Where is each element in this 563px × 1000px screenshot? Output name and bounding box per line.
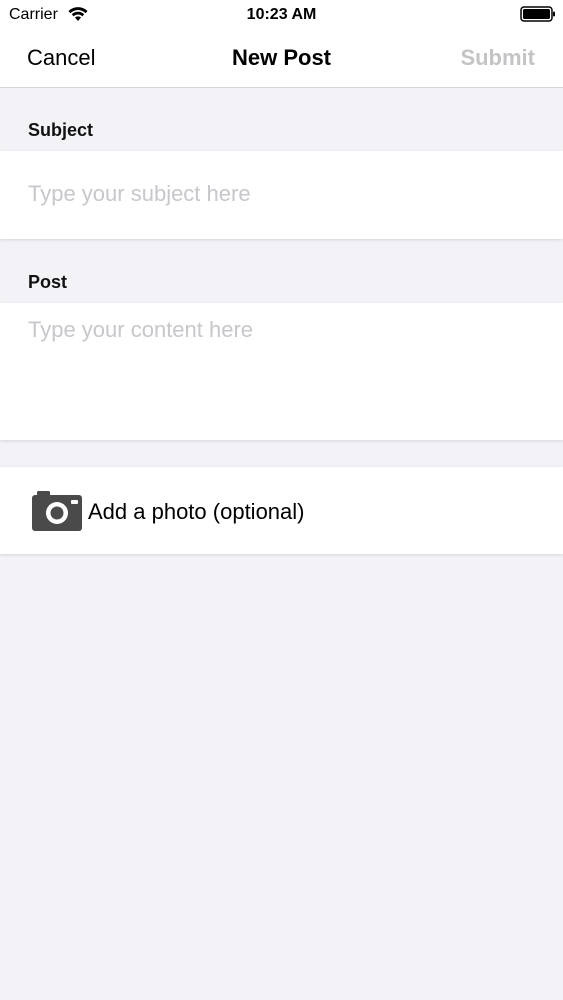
add-photo-button[interactable]: Add a photo (optional) <box>0 467 563 554</box>
post-label: Post <box>28 272 68 292</box>
subject-input[interactable] <box>28 181 538 207</box>
post-card <box>0 303 563 440</box>
subject-card <box>0 151 563 239</box>
post-content-input[interactable] <box>28 317 538 427</box>
add-photo-label: Add a photo (optional) <box>88 499 305 524</box>
navigation-bar: Cancel New Post Submit <box>0 30 563 88</box>
camera-icon <box>32 491 82 531</box>
subject-label: Subject <box>28 120 94 140</box>
status-bar: Carrier 10:23 AM <box>0 0 563 30</box>
battery-icon <box>520 6 555 22</box>
submit-button[interactable]: Submit <box>460 44 535 72</box>
status-time: 10:23 AM <box>246 6 317 23</box>
new-post-screen: Carrier 10:23 AM Cancel New Post Submit … <box>0 0 563 1000</box>
